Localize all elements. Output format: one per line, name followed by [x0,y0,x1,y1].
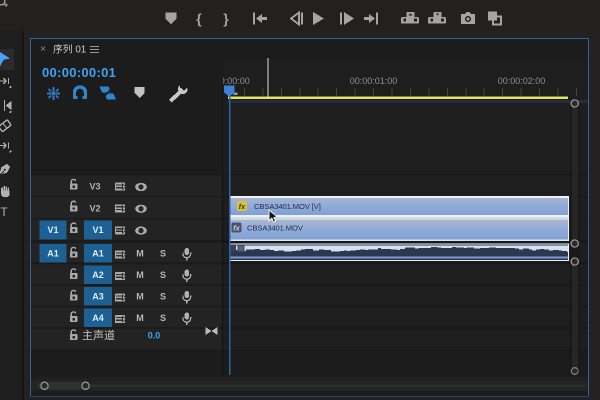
svg-text:A2: A2 [92,270,104,280]
svg-text:A1: A1 [92,249,104,259]
svg-text:}: } [223,11,229,27]
svg-text:fx: fx [239,202,246,211]
svg-text:S: S [160,313,166,323]
svg-text:T: T [0,205,8,219]
svg-text:×: × [40,44,46,55]
svg-text:M: M [136,270,144,280]
svg-text:A3: A3 [92,292,104,302]
svg-text:V1: V1 [92,225,103,235]
svg-text:fx: fx [233,224,240,233]
svg-text:CBSA3401.MOV: CBSA3401.MOV [247,224,304,233]
svg-text:00:00:00:01: 00:00:00:01 [42,65,116,80]
svg-text:00:00:02:00: 00:00:02:00 [498,76,546,86]
svg-text:0.0: 0.0 [148,331,161,341]
svg-text:序列 01: 序列 01 [53,43,86,56]
svg-text:S: S [160,270,166,280]
svg-text:M: M [136,249,144,259]
svg-text:S: S [160,249,166,259]
svg-text:CBSA3401.MOV [V]: CBSA3401.MOV [V] [254,202,321,211]
svg-text:V1: V1 [47,225,58,235]
svg-text:M: M [136,313,144,323]
svg-text:M: M [136,292,144,302]
svg-text:S: S [160,292,166,302]
svg-text:A4: A4 [92,313,104,323]
svg-text:A1: A1 [47,249,59,259]
svg-text:V2: V2 [89,204,100,214]
svg-text:V3: V3 [89,182,100,192]
svg-text:{: { [196,11,202,27]
svg-text:00:00:01:00: 00:00:01:00 [350,76,398,86]
svg-text:主声道: 主声道 [82,328,115,342]
